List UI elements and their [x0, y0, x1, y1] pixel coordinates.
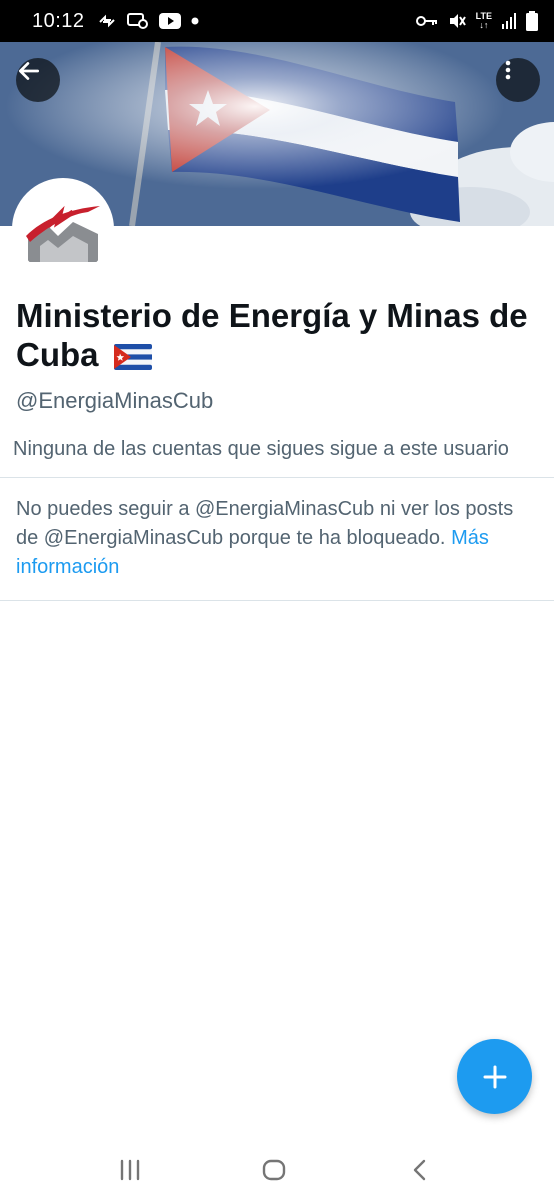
back-button[interactable]	[16, 58, 60, 102]
mute-icon	[448, 12, 466, 30]
divider	[0, 477, 554, 478]
plus-icon	[483, 1065, 506, 1088]
arrow-left-icon	[18, 62, 40, 80]
profile-name: Ministerio de Energía y Minas de Cuba	[16, 296, 536, 378]
recent-apps-button[interactable]	[100, 1145, 160, 1195]
divider	[0, 600, 554, 601]
blocked-message: No puedes seguir a @EnergiaMinasCub ni v…	[16, 498, 514, 549]
profile-handle: @EnergiaMinasCub	[16, 388, 214, 413]
system-nav-bar	[0, 1140, 554, 1200]
sync-icon	[97, 12, 117, 30]
status-time: 10:12	[32, 9, 85, 32]
ministry-logo	[26, 205, 100, 262]
cuba-flag-icon	[113, 339, 152, 378]
avatar[interactable]	[12, 178, 114, 280]
battery-icon	[526, 11, 538, 31]
more-vertical-icon	[505, 60, 511, 80]
status-right-icons: LTE ↓↑	[415, 11, 538, 31]
profile-name-text: Ministerio de Energía y Minas de Cuba	[16, 297, 528, 373]
home-button[interactable]	[244, 1145, 304, 1195]
compose-button[interactable]	[457, 1039, 532, 1114]
followers-you-know-note: Ninguna de las cuentas que sigues sigue …	[13, 438, 509, 460]
signal-icon	[502, 13, 516, 29]
recent-apps-icon	[120, 1159, 140, 1181]
youtube-icon	[158, 13, 181, 29]
status-left-icons	[97, 12, 199, 30]
back-icon	[413, 1159, 426, 1181]
blocked-notice: No puedes seguir a @EnergiaMinasCub ni v…	[16, 495, 541, 582]
vpn-key-icon	[415, 14, 438, 28]
nav-back-button[interactable]	[390, 1145, 450, 1195]
lte-indicator: LTE ↓↑	[475, 11, 492, 30]
home-icon	[262, 1159, 286, 1181]
message-icon	[126, 12, 149, 30]
dot-icon	[191, 17, 199, 25]
more-options-button[interactable]	[496, 58, 540, 102]
status-bar: 10:12 LTE ↓↑	[0, 0, 554, 42]
